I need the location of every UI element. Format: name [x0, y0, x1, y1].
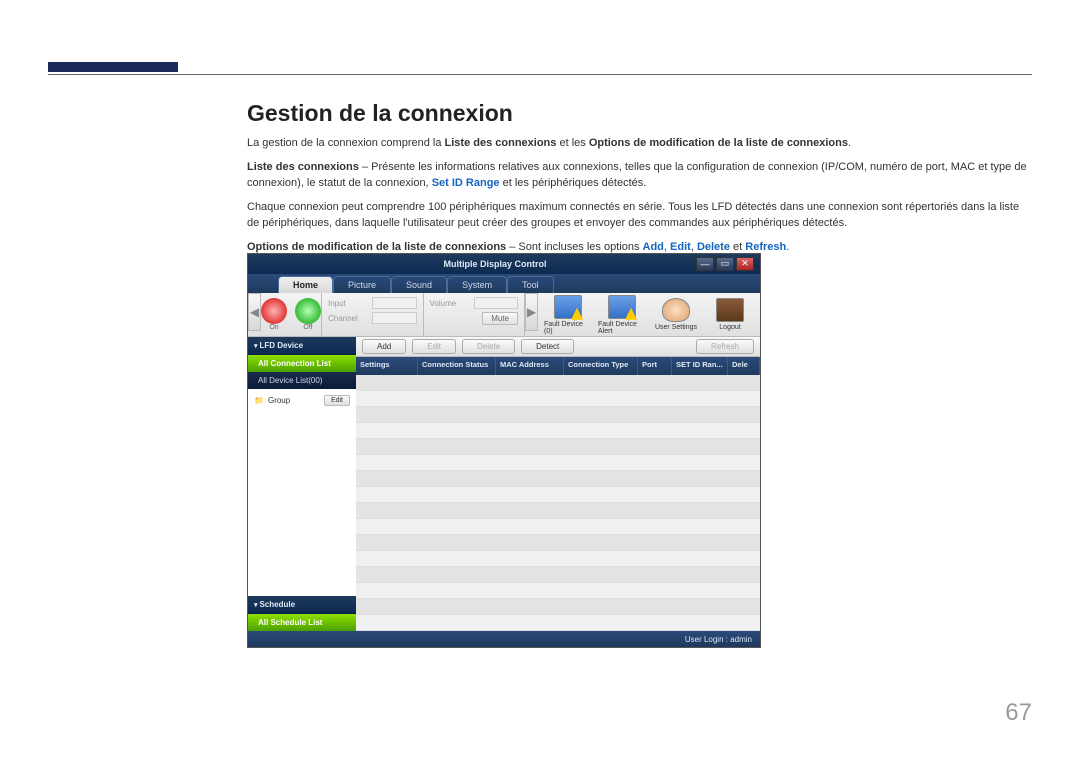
table-row: [356, 439, 760, 455]
table-row: [356, 487, 760, 503]
paragraph-1: La gestion de la connexion comprend la L…: [247, 136, 1027, 152]
group-label: Group: [268, 396, 290, 405]
logout-icon: [716, 298, 744, 322]
input-channel-group: Input Channel: [322, 293, 424, 336]
table-row: [356, 519, 760, 535]
table-row: [356, 615, 760, 631]
user-login-status: User Login : admin: [685, 635, 752, 644]
sidebar-lfd-header[interactable]: LFD Device: [248, 337, 356, 355]
toolbar: ◀ On Off Input Channel Volume Mute ▶ Fau…: [248, 293, 760, 337]
user-settings-button[interactable]: User Settings: [652, 298, 700, 331]
table-row: [356, 551, 760, 567]
table-row: [356, 423, 760, 439]
table-header: Settings Connection Status MAC Address C…: [356, 357, 760, 375]
folder-icon: 📁: [254, 396, 264, 405]
option-edit: Edit: [670, 241, 691, 253]
sidebar-schedule-header[interactable]: Schedule: [248, 596, 356, 614]
power-on-button[interactable]: [261, 298, 287, 324]
tab-bar: Home Picture Sound System Tool: [248, 274, 760, 294]
group-edit-button[interactable]: Edit: [324, 395, 350, 406]
body-text: La gestion de la connexion comprend la L…: [247, 136, 1027, 264]
volume-slider[interactable]: [474, 297, 519, 309]
refresh-button[interactable]: Refresh: [696, 339, 754, 354]
volume-mute-group: Volume Mute: [424, 293, 526, 336]
add-button[interactable]: Add: [362, 339, 406, 354]
col-connection-type[interactable]: Connection Type: [564, 357, 638, 375]
power-off-button[interactable]: [295, 298, 321, 324]
mute-button[interactable]: Mute: [482, 312, 518, 325]
table-row: [356, 583, 760, 599]
edit-button[interactable]: Edit: [412, 339, 456, 354]
col-settings[interactable]: Settings: [356, 357, 418, 375]
paragraph-2: Liste des connexions – Présente les info…: [247, 160, 1027, 192]
tab-picture[interactable]: Picture: [333, 276, 391, 293]
monitor-warn-icon: [554, 295, 582, 319]
table-row: [356, 599, 760, 615]
tab-home[interactable]: Home: [278, 276, 333, 293]
table-row: [356, 535, 760, 551]
channel-field[interactable]: [372, 312, 417, 324]
sidebar-all-connection[interactable]: All Connection List: [248, 355, 356, 372]
nav-next-button[interactable]: ▶: [525, 293, 538, 331]
close-button[interactable]: ✕: [736, 257, 754, 271]
monitor-alert-icon: [608, 295, 636, 319]
table-row: [356, 455, 760, 471]
sidebar-group-panel: 📁 Group Edit: [248, 389, 356, 596]
minimize-button[interactable]: —: [696, 257, 714, 271]
table-row: [356, 391, 760, 407]
table-row: [356, 375, 760, 391]
option-refresh: Refresh: [745, 241, 786, 253]
sidebar-all-schedule[interactable]: All Schedule List: [248, 614, 356, 631]
page-title: Gestion de la connexion: [247, 100, 513, 127]
sidebar: LFD Device All Connection List All Devic…: [248, 337, 356, 631]
delete-button[interactable]: Delete: [462, 339, 515, 354]
page-number: 67: [1005, 699, 1032, 727]
tab-sound[interactable]: Sound: [391, 276, 447, 293]
header-accent-bar: [48, 62, 178, 72]
table-row: [356, 567, 760, 583]
paragraph-3: Chaque connexion peut comprendre 100 pér…: [247, 200, 1027, 232]
fault-device-button[interactable]: Fault Device (0): [544, 295, 592, 335]
nav-prev-button[interactable]: ◀: [248, 293, 261, 331]
header-rule: [48, 74, 1032, 75]
col-set-id-range[interactable]: SET ID Ran...: [672, 357, 728, 375]
col-connection-status[interactable]: Connection Status: [418, 357, 496, 375]
option-delete: Delete: [697, 241, 730, 253]
set-id-range-link[interactable]: Set ID Range: [432, 177, 500, 189]
col-port[interactable]: Port: [638, 357, 672, 375]
table-body: [356, 375, 760, 631]
statusbar: User Login : admin: [248, 631, 760, 647]
tab-system[interactable]: System: [447, 276, 507, 293]
table-row: [356, 471, 760, 487]
table-row: [356, 407, 760, 423]
sidebar-all-device[interactable]: All Device List(00): [248, 372, 356, 389]
fault-device-alert-button[interactable]: Fault Device Alert: [598, 295, 646, 335]
titlebar: Multiple Display Control — ▭ ✕: [248, 254, 760, 274]
detect-button[interactable]: Detect: [521, 339, 574, 354]
col-mac-address[interactable]: MAC Address: [496, 357, 564, 375]
window-title: Multiple Display Control: [294, 259, 696, 269]
action-bar: Add Edit Delete Detect Refresh: [356, 337, 760, 357]
col-delete[interactable]: Dele: [728, 357, 760, 375]
option-add: Add: [643, 241, 664, 253]
logout-button[interactable]: Logout: [706, 298, 754, 331]
table-row: [356, 503, 760, 519]
input-select[interactable]: [372, 297, 417, 309]
tab-tool[interactable]: Tool: [507, 276, 554, 293]
maximize-button[interactable]: ▭: [716, 257, 734, 271]
user-icon: [662, 298, 690, 322]
app-screenshot: Multiple Display Control — ▭ ✕ Home Pict…: [247, 253, 761, 648]
